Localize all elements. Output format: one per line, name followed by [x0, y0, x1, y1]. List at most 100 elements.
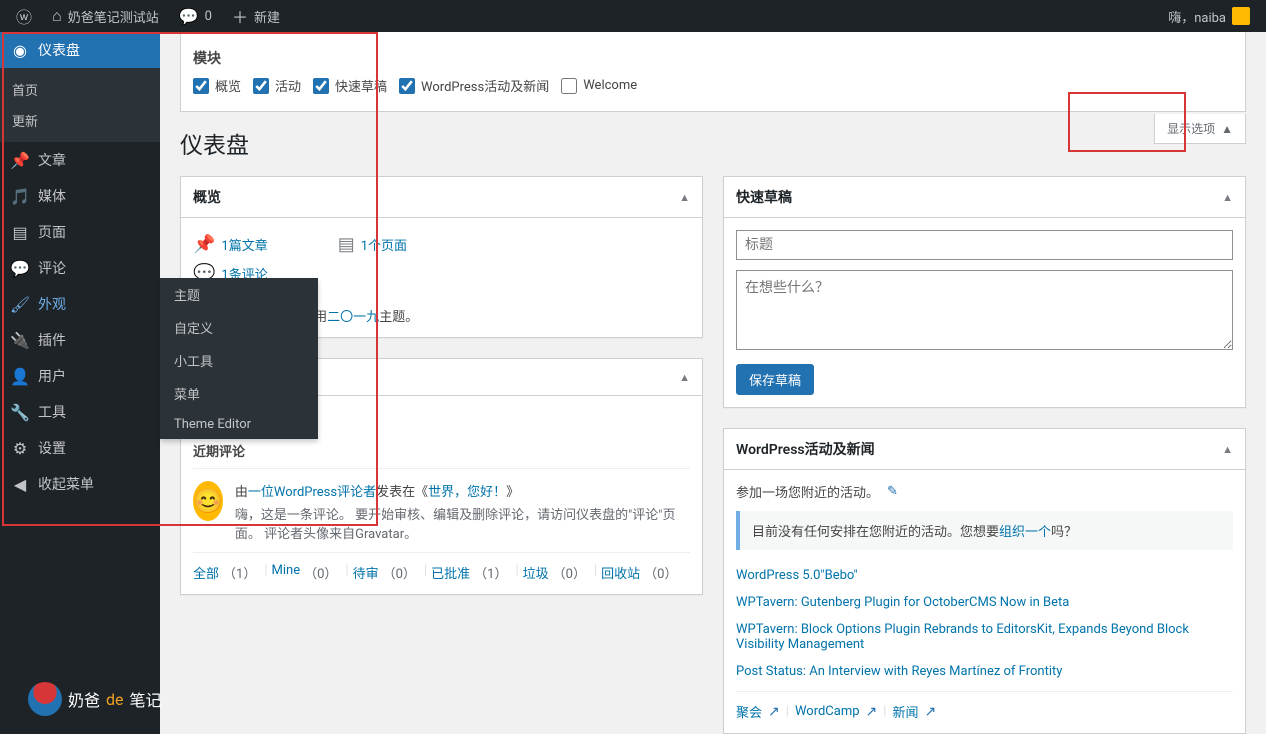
- pin-icon: 📌: [10, 151, 30, 170]
- footer-meetups[interactable]: 聚会: [736, 702, 762, 721]
- news-footer: 聚会↗| WordCamp↗| 新闻↗: [736, 691, 1233, 721]
- chk-welcome-input[interactable]: [561, 78, 577, 94]
- plug-icon: 🔌: [10, 331, 30, 350]
- new-content[interactable]: ＋新建: [224, 0, 288, 32]
- menu-comments[interactable]: 💬评论: [0, 250, 160, 286]
- chk-news-input[interactable]: [399, 78, 415, 94]
- glance-title: 概览: [193, 187, 221, 207]
- glance-posts[interactable]: 1篇文章: [221, 235, 267, 254]
- quickdraft-toggle[interactable]: ▲: [1222, 191, 1233, 204]
- external-icon: ↗: [924, 704, 936, 720]
- filter-pending[interactable]: 待审: [353, 563, 379, 582]
- menu-users[interactable]: 👤用户: [0, 358, 160, 394]
- events-row: 参加一场您附近的活动。 ✎: [736, 482, 1233, 511]
- menu-media[interactable]: 🎵媒体: [0, 178, 160, 214]
- footer-wordcamp[interactable]: WordCamp: [795, 704, 860, 719]
- wordpress-icon: ⓦ: [16, 4, 32, 28]
- news-item[interactable]: WPTavern: Block Options Plugin Rebrands …: [736, 622, 1233, 652]
- chk-news[interactable]: WordPress活动及新闻: [399, 76, 549, 95]
- submenu-home[interactable]: 首页: [0, 74, 160, 105]
- theme-link[interactable]: 二〇一九: [327, 310, 379, 325]
- screen-options-toggle-wrap: 显示选项▲: [1154, 114, 1246, 144]
- menu-posts[interactable]: 📌文章: [0, 142, 160, 178]
- comment-icon: 💬: [179, 7, 199, 26]
- column-left: 概览 ▲ 📌1篇文章 💬1条评论 ▤1个页面 WordPress 5.1.1，使…: [180, 176, 703, 734]
- admin-bar-right: 嗨，naiba: [1160, 0, 1258, 32]
- pencil-icon[interactable]: ✎: [887, 484, 898, 499]
- postbox-news: WordPress活动及新闻 ▲ 参加一场您附近的活动。 ✎ 目前没有任何安排在…: [723, 428, 1246, 734]
- page-title: 仪表盘: [180, 126, 1246, 160]
- footer-news[interactable]: 新闻: [892, 702, 918, 721]
- flyout-customize[interactable]: 自定义: [160, 311, 318, 344]
- flyout-editor[interactable]: Theme Editor: [160, 410, 318, 439]
- flyout-widgets[interactable]: 小工具: [160, 344, 318, 377]
- screen-options-checks: 概览 活动 快速草稿 WordPress活动及新闻 Welcome: [193, 76, 1233, 95]
- news-item[interactable]: Post Status: An Interview with Reyes Mar…: [736, 664, 1233, 679]
- posts-icon: 📌: [193, 234, 215, 255]
- external-icon: ↗: [866, 704, 878, 720]
- glance-toggle[interactable]: ▲: [679, 191, 690, 204]
- avatar: [1232, 7, 1250, 25]
- flyout-themes[interactable]: 主题: [160, 278, 318, 311]
- dashboard-icon: ◉: [10, 41, 30, 60]
- filter-approved[interactable]: 已批准: [431, 563, 470, 582]
- news-body: 参加一场您附近的活动。 ✎ 目前没有任何安排在您附近的活动。您想要组织一个吗？ …: [724, 470, 1245, 733]
- menu-pages[interactable]: ▤页面: [0, 214, 160, 250]
- wp-logo[interactable]: ⓦ: [8, 0, 40, 32]
- submenu-updates[interactable]: 更新: [0, 105, 160, 136]
- menu-settings[interactable]: ⚙设置: [0, 430, 160, 466]
- my-account[interactable]: 嗨，naiba: [1160, 0, 1258, 32]
- draft-title-input[interactable]: [736, 230, 1233, 260]
- quickdraft-title: 快速草稿: [736, 187, 792, 207]
- site-name: 奶爸笔记测试站: [68, 7, 159, 26]
- site-name-link[interactable]: ⌂奶爸笔记测试站: [44, 0, 167, 32]
- recent-comments-heading: 近期评论: [193, 441, 690, 460]
- quickdraft-header: 快速草稿 ▲: [724, 177, 1245, 218]
- menu-tools[interactable]: 🔧工具: [0, 394, 160, 430]
- slider-icon: ⚙: [10, 439, 30, 458]
- flyout-menus[interactable]: 菜单: [160, 377, 318, 410]
- menu-appearance[interactable]: 🖌外观: [0, 286, 160, 322]
- postbox-quickdraft: 快速草稿 ▲ 保存草稿: [723, 176, 1246, 408]
- news-item[interactable]: WPTavern: Gutenberg Plugin for OctoberCM…: [736, 595, 1233, 610]
- screen-options-panel: 模块 概览 活动 快速草稿 WordPress活动及新闻 Welcome: [180, 32, 1246, 112]
- pages-icon: ▤: [338, 234, 355, 255]
- organize-link[interactable]: 组织一个: [999, 525, 1051, 540]
- screen-options-heading: 模块: [193, 48, 1233, 68]
- chk-overview-input[interactable]: [193, 78, 209, 94]
- media-icon: 🎵: [10, 187, 30, 206]
- comments-link[interactable]: 💬0: [171, 0, 220, 32]
- brush-icon: 🖌: [10, 295, 30, 314]
- screen-options-toggle[interactable]: 显示选项▲: [1154, 114, 1246, 144]
- save-draft-button[interactable]: 保存草稿: [736, 364, 814, 395]
- comment-body: 嗨，这是一条评论。 要开始审核、编辑及删除评论，请访问仪表盘的"评论"页面。 评…: [235, 504, 690, 542]
- plus-icon: ＋: [232, 4, 248, 28]
- collapse-icon: ◀: [10, 475, 30, 494]
- menu-dashboard[interactable]: ◉仪表盘: [0, 32, 160, 68]
- filter-all[interactable]: 全部: [193, 563, 219, 582]
- column-right: 快速草稿 ▲ 保存草稿 WordPress活动及新闻 ▲ 参加一场您附近的活动: [723, 176, 1246, 734]
- watermark-icon: [28, 682, 62, 716]
- filter-spam[interactable]: 垃圾: [523, 563, 549, 582]
- flyout-appearance: 主题 自定义 小工具 菜单 Theme Editor: [160, 278, 318, 439]
- user-icon: 👤: [10, 367, 30, 386]
- filter-trash[interactable]: 回收站: [601, 563, 640, 582]
- chk-quickdraft-input[interactable]: [313, 78, 329, 94]
- news-item[interactable]: WordPress 5.0"Bebo": [736, 568, 1233, 583]
- chk-welcome[interactable]: Welcome: [561, 76, 637, 95]
- comments-count: 0: [205, 9, 212, 24]
- filter-mine[interactable]: Mine: [272, 563, 301, 582]
- chk-overview[interactable]: 概览: [193, 76, 241, 95]
- collapse-menu[interactable]: ◀收起菜单: [0, 466, 160, 502]
- chk-activity-input[interactable]: [253, 78, 269, 94]
- chk-activity[interactable]: 活动: [253, 76, 301, 95]
- draft-content-input[interactable]: [736, 270, 1233, 350]
- chk-quickdraft[interactable]: 快速草稿: [313, 76, 387, 95]
- activity-toggle[interactable]: ▲: [679, 371, 690, 384]
- glance-pages[interactable]: 1个页面: [361, 235, 407, 254]
- news-toggle[interactable]: ▲: [1222, 443, 1233, 456]
- comment-post-link[interactable]: 世界，您好！: [428, 485, 506, 500]
- quickdraft-body: 保存草稿: [724, 218, 1245, 407]
- menu-plugins[interactable]: 🔌插件: [0, 322, 160, 358]
- commenter-link[interactable]: 一位WordPress评论者: [248, 485, 376, 500]
